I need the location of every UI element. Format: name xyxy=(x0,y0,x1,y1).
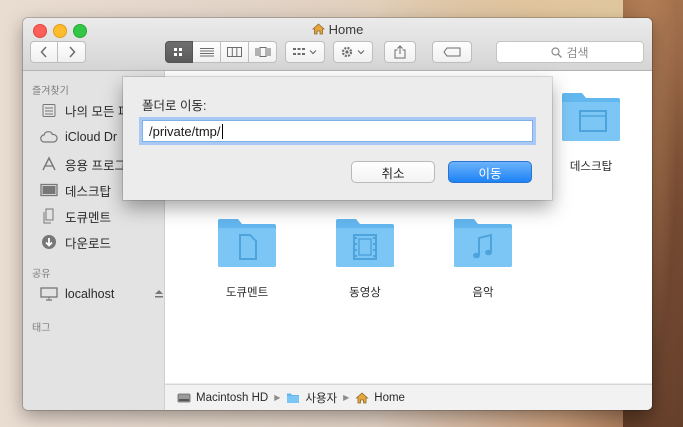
home-icon xyxy=(311,23,325,35)
applications-icon xyxy=(39,156,59,172)
downloads-icon xyxy=(39,234,59,250)
sidebar-item-applications[interactable]: 응용 프로그 xyxy=(39,154,126,174)
title-bar: Home 검색 xyxy=(23,18,652,71)
list-icon xyxy=(199,48,214,57)
path-separator-icon: ▶ xyxy=(274,393,281,402)
text-caret xyxy=(221,123,223,139)
folder-path-value: /private/tmp/ xyxy=(149,123,221,139)
chevron-left-icon xyxy=(40,46,47,58)
search-placeholder: 검색 xyxy=(566,45,589,60)
view-mode-segment xyxy=(165,41,277,63)
documents-folder-icon xyxy=(218,219,276,267)
arrange-icon xyxy=(293,48,317,55)
folder-movies[interactable]: 동영상 xyxy=(325,217,405,300)
icon-view-button[interactable] xyxy=(165,41,193,63)
window-title-text: Home xyxy=(328,22,364,37)
cancel-button[interactable]: 취소 xyxy=(351,161,435,183)
folder-label: 데스크탑 xyxy=(569,161,613,173)
all-files-icon xyxy=(39,102,59,118)
folder-label: 동영상 xyxy=(349,287,381,299)
tag-icon xyxy=(443,47,461,57)
folder-label: 음악 xyxy=(472,287,494,299)
gear-icon xyxy=(341,46,365,58)
folder-desktop[interactable]: 데스크탑 xyxy=(551,91,631,174)
share-icon xyxy=(394,45,406,59)
coverflow-icon xyxy=(255,47,270,57)
folder-label: 도큐멘트 xyxy=(225,287,269,299)
display-icon xyxy=(39,286,59,302)
dialog-label: 폴더로 이동: xyxy=(142,99,207,113)
sidebar-item-icloud-drive[interactable]: iCloud Dr xyxy=(39,127,117,147)
coverflow-view-button[interactable] xyxy=(249,41,277,63)
sidebar-header-favorites: 즐겨찾기 xyxy=(32,86,69,97)
path-item-users[interactable]: 사용자 xyxy=(286,390,337,406)
sidebar-item-label: 데스크탑 xyxy=(65,184,112,199)
eject-icon[interactable] xyxy=(154,289,164,298)
folder-icon xyxy=(287,393,300,403)
sidebar-item-desktop[interactable]: 데스크탑 xyxy=(39,180,111,200)
folder-path-input[interactable]: /private/tmp/ xyxy=(142,120,533,142)
path-separator-icon: ▶ xyxy=(343,393,350,402)
back-button[interactable] xyxy=(30,41,58,63)
hard-drive-icon xyxy=(177,393,191,402)
window-title: Home xyxy=(23,22,652,37)
search-field[interactable]: 검색 xyxy=(496,41,644,63)
share-button[interactable] xyxy=(384,41,416,63)
home-icon xyxy=(355,391,369,403)
column-view-button[interactable] xyxy=(221,41,249,63)
chevron-right-icon xyxy=(68,46,76,58)
cloud-icon xyxy=(39,129,59,145)
documents-icon xyxy=(39,208,59,224)
forward-button[interactable] xyxy=(58,41,86,63)
list-view-button[interactable] xyxy=(193,41,221,63)
path-bar: Macintosh HD ▶ 사용자 ▶ Home xyxy=(165,384,652,410)
folder-music[interactable]: 음악 xyxy=(443,217,523,300)
desktop-folder-icon xyxy=(562,93,620,141)
desktop-icon xyxy=(39,182,59,198)
sidebar-item-label: localhost xyxy=(65,287,115,301)
sidebar-item-label: iCloud Dr xyxy=(65,130,118,144)
path-item-home[interactable]: Home xyxy=(355,392,405,404)
movies-folder-icon xyxy=(336,219,394,267)
path-item-label: Macintosh HD xyxy=(196,391,269,404)
arrange-button[interactable] xyxy=(285,41,325,63)
path-item-label: 사용자 xyxy=(305,392,338,405)
path-item-macintosh-hd[interactable]: Macintosh HD xyxy=(177,392,268,404)
action-button[interactable] xyxy=(333,41,373,63)
edit-tags-button[interactable] xyxy=(432,41,472,63)
sidebar-item-label: 도큐멘트 xyxy=(65,210,112,225)
sidebar-item-all-my-files[interactable]: 나의 모든 파 xyxy=(39,100,129,120)
search-icon xyxy=(551,46,563,58)
path-item-label: Home xyxy=(374,391,405,404)
sidebar-header-shared: 공유 xyxy=(32,269,51,280)
nav-buttons xyxy=(30,41,86,63)
sidebar-item-label: 나의 모든 파 xyxy=(65,104,130,119)
columns-icon xyxy=(227,47,242,57)
go-to-folder-dialog: 폴더로 이동: /private/tmp/ 취소 이동 xyxy=(123,77,552,200)
sidebar-header-tags: 태그 xyxy=(32,323,51,334)
sidebar-item-localhost[interactable]: localhost xyxy=(39,284,164,304)
folder-documents[interactable]: 도큐멘트 xyxy=(207,217,287,300)
music-folder-icon xyxy=(454,219,512,267)
sidebar-item-documents[interactable]: 도큐멘트 xyxy=(39,206,111,226)
sidebar-item-downloads[interactable]: 다운로드 xyxy=(39,232,111,252)
sidebar-item-label: 다운로드 xyxy=(65,236,112,251)
sidebar-item-label: 응용 프로그 xyxy=(65,158,126,173)
grid-icon xyxy=(174,48,182,56)
go-button[interactable]: 이동 xyxy=(448,161,532,183)
